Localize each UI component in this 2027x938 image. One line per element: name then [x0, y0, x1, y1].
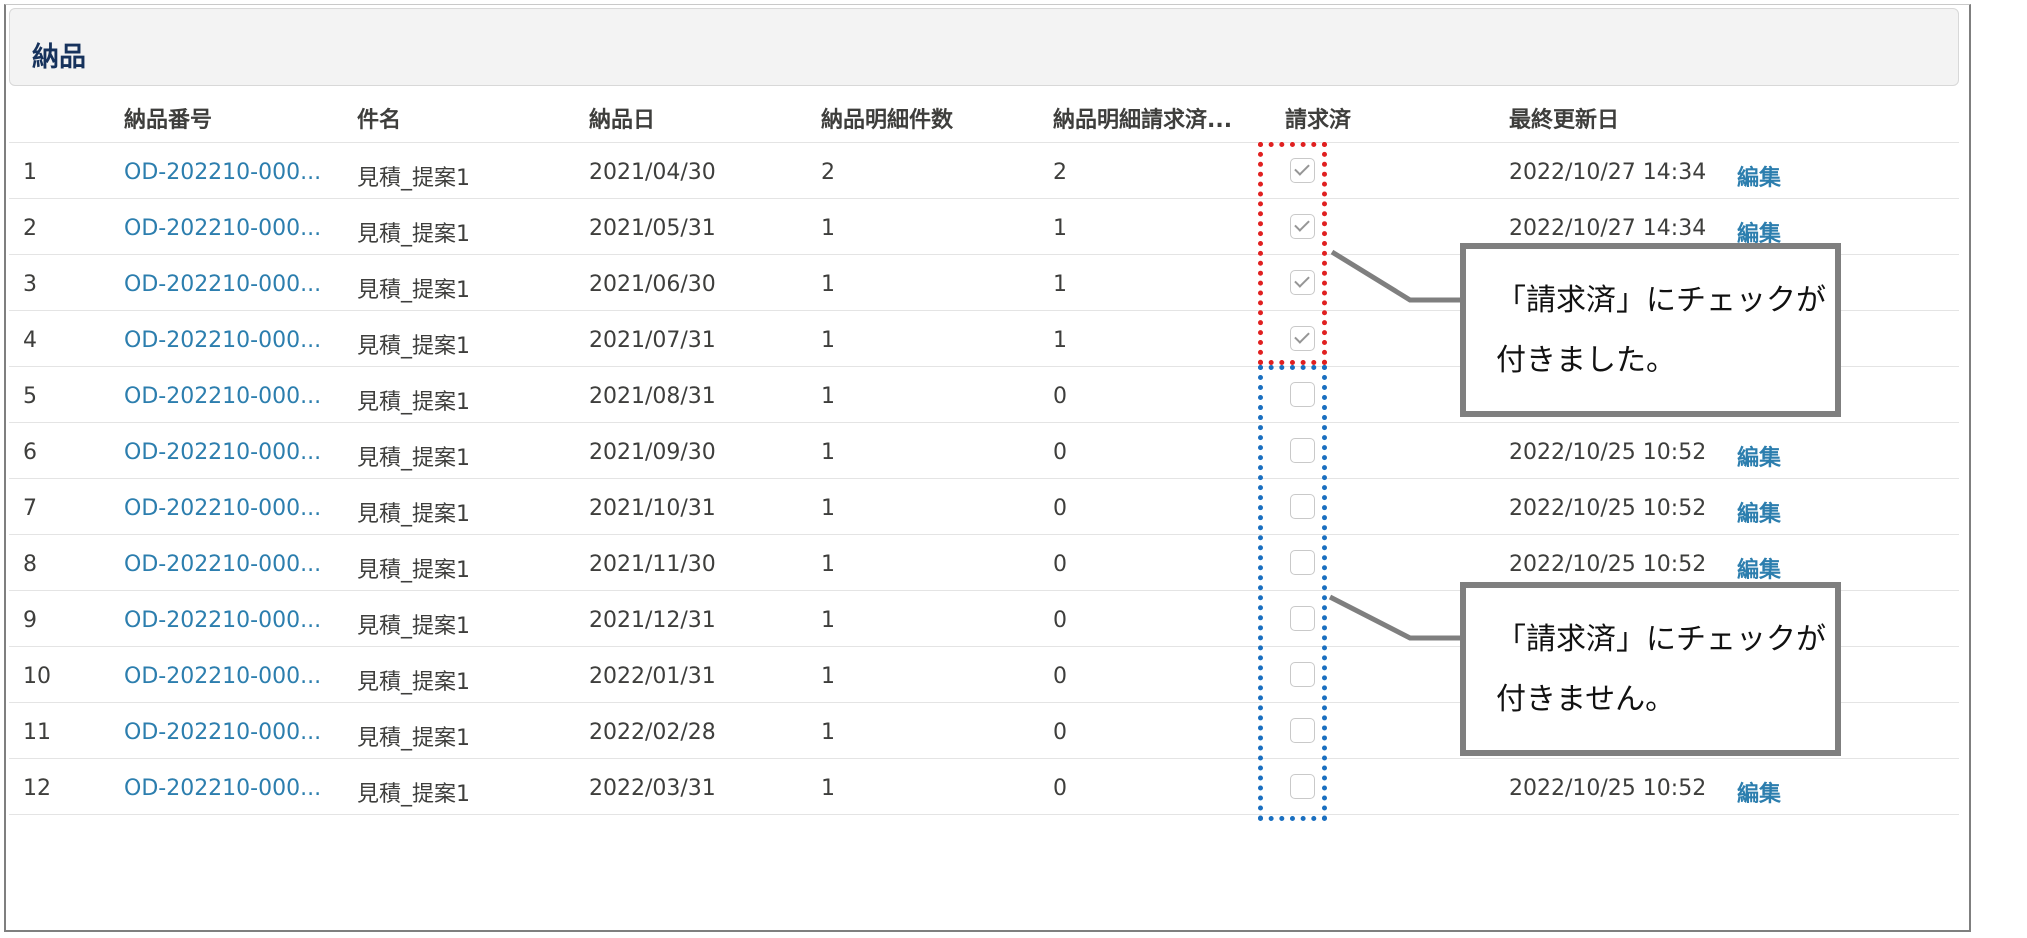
callout-checked: 「請求済」にチェックが 付きました。 [1460, 243, 1841, 417]
leader-line-unchecked [1328, 594, 1465, 641]
callout-checked-line1: 「請求済」にチェックが [1496, 284, 1826, 317]
callout-unchecked: 「請求済」にチェックが 付きません。 [1460, 582, 1841, 756]
leader-line-checked [1330, 249, 1465, 303]
callout-checked-line2: 付きました。 [1496, 344, 1676, 377]
callout-unchecked-line2: 付きません。 [1496, 683, 1676, 716]
callout-unchecked-line1: 「請求済」にチェックが [1496, 623, 1826, 656]
callout-leader-lines [1328, 249, 1465, 641]
